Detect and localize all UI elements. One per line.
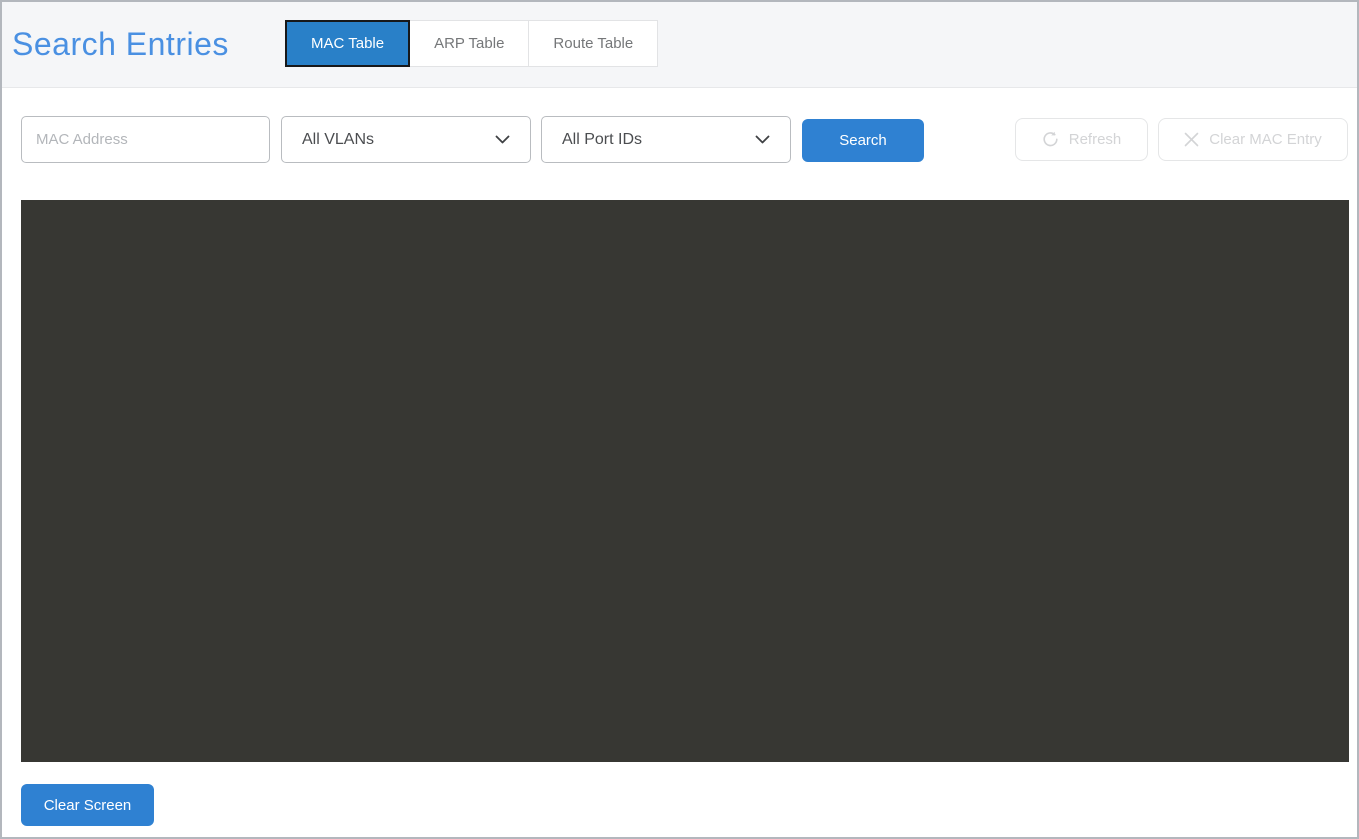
- page-header: Search Entries MAC Table ARP Table Route…: [2, 2, 1357, 88]
- vlan-select-value: All VLANs: [302, 130, 375, 148]
- clear-screen-button[interactable]: Clear Screen: [21, 784, 154, 826]
- clear-mac-entry-button[interactable]: Clear MAC Entry: [1158, 118, 1348, 161]
- tab-route-table-label: Route Table: [553, 35, 634, 52]
- refresh-icon: [1042, 131, 1059, 148]
- vlan-select[interactable]: All VLANs: [281, 116, 531, 163]
- search-entries-page: Search Entries MAC Table ARP Table Route…: [0, 0, 1359, 839]
- close-icon: [1184, 132, 1199, 147]
- page-title: Search Entries: [12, 26, 229, 62]
- refresh-button-label: Refresh: [1068, 131, 1122, 148]
- tab-mac-table[interactable]: MAC Table: [285, 20, 411, 67]
- port-id-select[interactable]: All Port IDs: [541, 116, 791, 163]
- table-tabs: MAC Table ARP Table Route Table: [285, 20, 659, 67]
- chevron-down-icon: [755, 135, 770, 144]
- clear-mac-entry-label: Clear MAC Entry: [1209, 131, 1322, 148]
- port-id-select-value: All Port IDs: [562, 130, 643, 148]
- chevron-down-icon: [495, 135, 510, 144]
- tab-arp-table-label: ARP Table: [434, 35, 505, 52]
- tab-arp-table[interactable]: ARP Table: [410, 20, 530, 67]
- search-button[interactable]: Search: [802, 119, 924, 162]
- console-output: [21, 200, 1349, 762]
- refresh-button[interactable]: Refresh: [1015, 118, 1148, 161]
- tab-route-table[interactable]: Route Table: [529, 20, 659, 67]
- mac-address-input[interactable]: [21, 116, 270, 163]
- tab-mac-table-label: MAC Table: [311, 35, 385, 52]
